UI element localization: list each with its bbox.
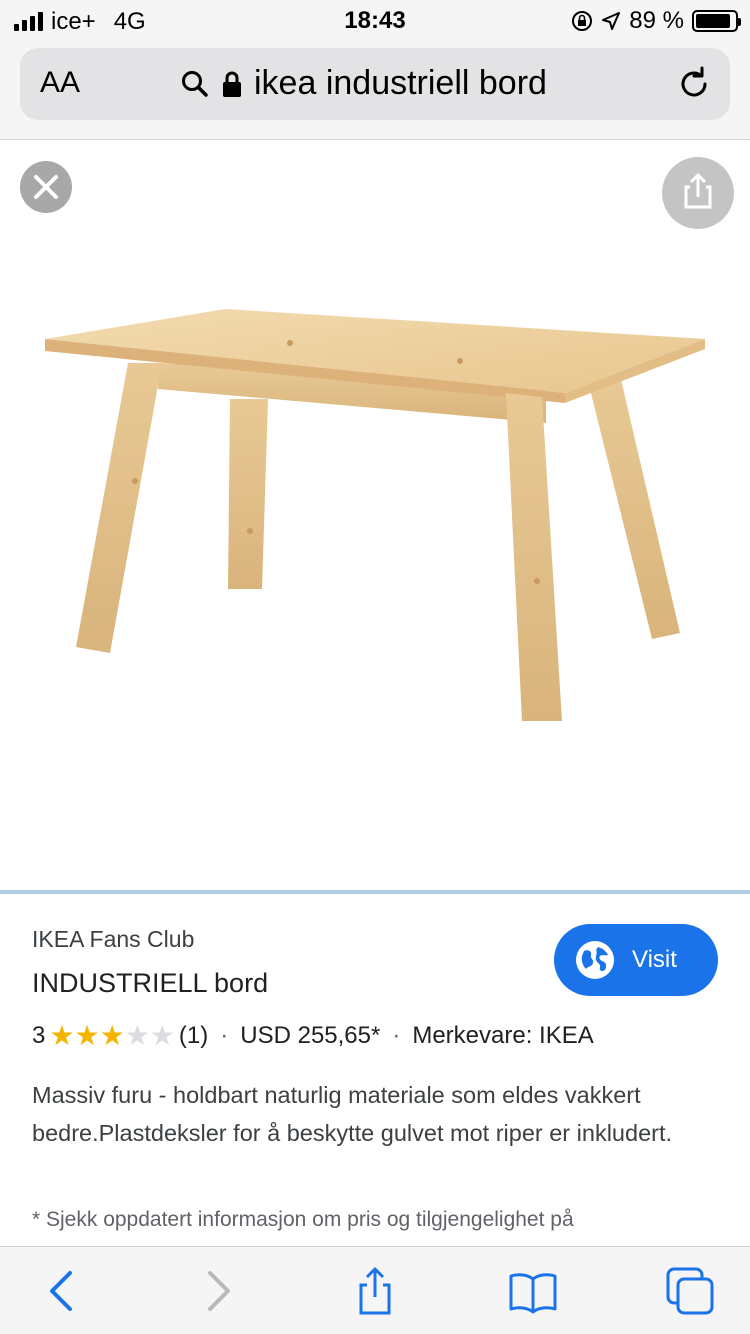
location-icon bbox=[602, 12, 621, 30]
close-button[interactable] bbox=[20, 161, 72, 213]
price-footnote: * Sjekk oppdatert informasjon om pris og… bbox=[32, 1208, 574, 1231]
star-filled-icon: ★ bbox=[99, 1020, 125, 1051]
star-filled-icon: ★ bbox=[74, 1020, 100, 1051]
lock-icon bbox=[223, 71, 241, 97]
site-name: IKEA Fans Club bbox=[32, 926, 195, 952]
url-bar[interactable]: AA ikea industriell bord bbox=[20, 48, 730, 120]
product-description: Massiv furu - holdbart naturlig material… bbox=[32, 1082, 673, 1146]
review-count: (1) bbox=[178, 1022, 209, 1049]
text-size-button[interactable]: AA bbox=[40, 66, 80, 100]
star-empty-icon: ★ bbox=[124, 1020, 150, 1051]
search-icon bbox=[182, 70, 208, 97]
product-image-area bbox=[0, 141, 750, 891]
rating-value: 3 bbox=[32, 1022, 46, 1049]
visit-label: Visit bbox=[632, 946, 677, 973]
product-meta-row: 3 ★ ★ ★ ★ ★ (1) · USD 255,65* · Merkevare: I… bbox=[32, 1022, 594, 1050]
separator-dot: · bbox=[220, 1022, 229, 1049]
product-title[interactable]: INDUSTRIELL bord bbox=[32, 968, 268, 999]
visit-button[interactable]: Visit bbox=[554, 924, 718, 996]
status-bar: ice+ 4G 18:43 89 % bbox=[0, 0, 750, 40]
share-icon[interactable] bbox=[349, 1265, 401, 1317]
product-image[interactable] bbox=[40, 301, 710, 731]
back-chevron-icon[interactable] bbox=[36, 1265, 88, 1317]
forward-chevron-icon[interactable] bbox=[192, 1265, 244, 1317]
tabs-icon[interactable] bbox=[664, 1265, 716, 1317]
globe-icon bbox=[576, 941, 614, 979]
price: USD 255,65* bbox=[240, 1022, 381, 1049]
star-empty-icon: ★ bbox=[149, 1020, 175, 1051]
url-field[interactable]: ikea industriell bord bbox=[180, 64, 547, 103]
share-button[interactable] bbox=[662, 157, 734, 229]
book-icon[interactable] bbox=[507, 1265, 559, 1317]
browser-top-toolbar: AA ikea industriell bord bbox=[0, 40, 750, 140]
product-info-panel: IKEA Fans Club INDUSTRIELL bord Visit 3 … bbox=[0, 894, 750, 1246]
battery-icon bbox=[692, 10, 741, 32]
status-right: 89 % bbox=[571, 7, 741, 35]
brand: Merkevare: IKEA bbox=[412, 1022, 594, 1049]
reload-icon[interactable] bbox=[674, 64, 714, 104]
share-icon bbox=[684, 172, 712, 209]
rating-stars: ★ ★ ★ ★ ★ bbox=[49, 1022, 175, 1050]
star-filled-icon: ★ bbox=[49, 1020, 75, 1051]
separator-dot: · bbox=[392, 1022, 401, 1049]
url-query: ikea industriell bord bbox=[254, 64, 547, 102]
browser-bottom-toolbar bbox=[0, 1246, 750, 1334]
text-size-label: AA bbox=[40, 66, 81, 99]
rotation-lock-icon bbox=[572, 11, 593, 31]
close-icon bbox=[34, 175, 58, 199]
battery-percent: 89 % bbox=[629, 7, 684, 34]
